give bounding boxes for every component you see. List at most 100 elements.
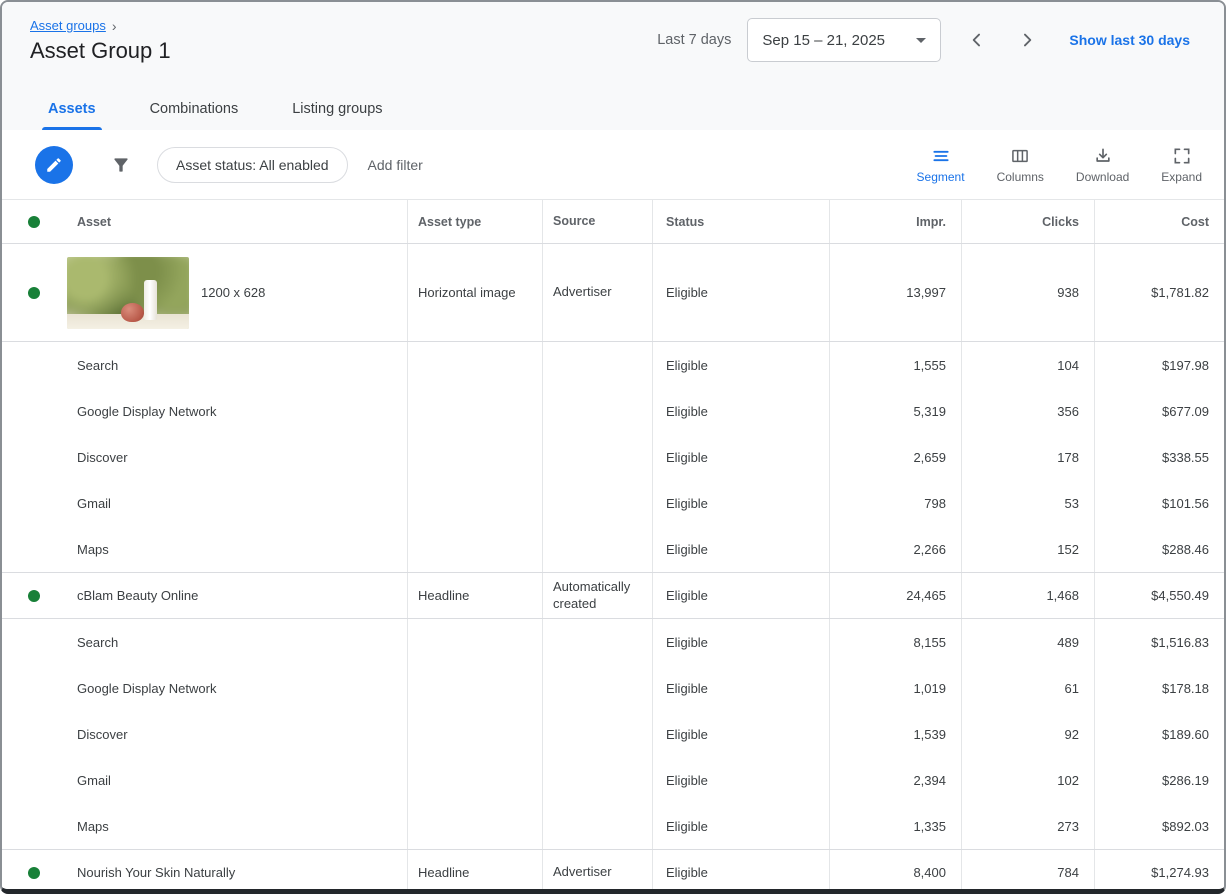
asset-label: Nourish Your Skin Naturally <box>77 865 235 880</box>
channel-row[interactable]: Google Display NetworkEligible5,319356$6… <box>2 388 1224 434</box>
clicks-cell: 102 <box>962 757 1095 803</box>
tab-assets[interactable]: Assets <box>44 91 100 130</box>
asset-cell: cBlam Beauty Online <box>2 573 408 618</box>
source-cell <box>543 803 653 849</box>
type-cell <box>408 434 543 480</box>
asset-label: Search <box>77 635 118 650</box>
source-cell <box>543 757 653 803</box>
source-column-header[interactable]: Source <box>543 200 653 243</box>
filter-funnel-icon <box>111 155 131 175</box>
previous-period-button[interactable] <box>963 26 991 54</box>
asset-label: Discover <box>77 727 128 742</box>
channel-row[interactable]: SearchEligible8,155489$1,516.83 <box>2 619 1224 665</box>
channel-row[interactable]: Google Display NetworkEligible1,01961$17… <box>2 665 1224 711</box>
asset-label: cBlam Beauty Online <box>77 588 198 603</box>
type-cell: Headline <box>408 850 543 894</box>
asset-column-header[interactable]: Asset <box>2 200 408 243</box>
asset-label: Maps <box>77 542 109 557</box>
clicks-cell: 53 <box>962 480 1095 526</box>
asset-row[interactable]: cBlam Beauty OnlineHeadlineAutomatically… <box>2 572 1224 619</box>
channel-row[interactable]: MapsEligible1,335273$892.03 <box>2 803 1224 849</box>
asset-cell: 1200 x 628 <box>2 244 408 341</box>
show-last-30-days-link[interactable]: Show last 30 days <box>1069 32 1190 48</box>
segment-button[interactable]: Segment <box>917 146 965 184</box>
asset-status-filter-chip[interactable]: Asset status: All enabled <box>157 147 348 183</box>
chevron-right-icon: › <box>112 19 117 33</box>
source-cell <box>543 526 653 572</box>
source-cell: Automatically created <box>543 573 653 618</box>
asset-thumbnail-image[interactable] <box>67 257 189 329</box>
impr-cell: 13,997 <box>830 244 962 341</box>
channel-row[interactable]: DiscoverEligible1,53992$189.60 <box>2 711 1224 757</box>
channel-row[interactable]: GmailEligible79853$101.56 <box>2 480 1224 526</box>
expand-icon <box>1172 146 1192 166</box>
edit-button[interactable] <box>35 146 73 184</box>
tab-listing-groups[interactable]: Listing groups <box>288 91 386 130</box>
asset-row[interactable]: Nourish Your Skin Naturally HeadlineAdver… <box>2 849 1224 894</box>
source-cell <box>543 711 653 757</box>
asset-label: Gmail <box>77 496 111 511</box>
table-toolbar: Asset status: All enabled Add filter Seg… <box>2 130 1224 200</box>
cost-cell: $1,516.83 <box>1095 619 1224 665</box>
clicks-cell: 489 <box>962 619 1095 665</box>
cost-column-header[interactable]: Cost <box>1095 200 1224 243</box>
type-cell <box>408 619 543 665</box>
assets-table: Asset Asset type Source Status Impr. Cli… <box>2 200 1224 894</box>
asset-label: Maps <box>77 819 109 834</box>
tab-bar: Assets Combinations Listing groups <box>44 91 387 130</box>
channel-row[interactable]: SearchEligible1,555104$197.98 <box>2 342 1224 388</box>
asset-type-column-header[interactable]: Asset type <box>408 200 543 243</box>
cost-cell: $189.60 <box>1095 711 1224 757</box>
status-column-header[interactable]: Status <box>653 200 830 243</box>
asset-row[interactable]: 1200 x 628 Horizontal imageAdvertiserElig… <box>2 244 1224 342</box>
asset-cell: Google Display Network <box>2 388 408 434</box>
channel-row[interactable]: MapsEligible2,266152$288.46 <box>2 526 1224 572</box>
asset-label: Google Display Network <box>77 404 216 419</box>
filter-button[interactable] <box>111 155 131 175</box>
breadcrumb-link-asset-groups[interactable]: Asset groups <box>30 18 106 33</box>
clicks-column-header[interactable]: Clicks <box>962 200 1095 243</box>
clicks-cell: 938 <box>962 244 1095 341</box>
segment-icon <box>931 146 951 166</box>
asset-label: 1200 x 628 <box>201 285 265 300</box>
status-cell: Eligible <box>653 480 830 526</box>
type-cell <box>408 342 543 388</box>
cost-cell: $178.18 <box>1095 665 1224 711</box>
impr-cell: 2,394 <box>830 757 962 803</box>
impr-cell: 2,659 <box>830 434 962 480</box>
next-period-button[interactable] <box>1013 26 1041 54</box>
chevron-left-icon <box>967 30 987 50</box>
type-cell: Horizontal image <box>408 244 543 341</box>
status-cell: Eligible <box>653 526 830 572</box>
clicks-cell: 1,468 <box>962 573 1095 618</box>
date-range-selector[interactable]: Sep 15 – 21, 2025 <box>747 18 941 62</box>
source-cell: Advertiser <box>543 244 653 341</box>
status-enabled-dot-icon[interactable] <box>28 216 40 228</box>
download-button[interactable]: Download <box>1076 146 1129 184</box>
type-cell <box>408 388 543 434</box>
source-cell: Advertiser <box>543 850 653 894</box>
source-cell <box>543 388 653 434</box>
cost-cell: $101.56 <box>1095 480 1224 526</box>
status-cell: Eligible <box>653 388 830 434</box>
source-cell <box>543 434 653 480</box>
impressions-column-header[interactable]: Impr. <box>830 200 962 243</box>
status-cell: Eligible <box>653 665 830 711</box>
source-cell <box>543 342 653 388</box>
clicks-cell: 178 <box>962 434 1095 480</box>
channel-row[interactable]: DiscoverEligible2,659178$338.55 <box>2 434 1224 480</box>
channel-row[interactable]: GmailEligible2,394102$286.19 <box>2 757 1224 803</box>
thumbnail-fruit-shape <box>121 303 144 322</box>
status-cell: Eligible <box>653 619 830 665</box>
columns-button[interactable]: Columns <box>997 146 1044 184</box>
expand-button[interactable]: Expand <box>1161 146 1202 184</box>
cost-cell: $4,550.49 <box>1095 573 1224 618</box>
status-cell: Eligible <box>653 244 830 341</box>
cost-cell: $197.98 <box>1095 342 1224 388</box>
add-filter-button[interactable]: Add filter <box>368 157 423 173</box>
clicks-cell: 356 <box>962 388 1095 434</box>
status-enabled-dot-icon <box>28 867 40 879</box>
tab-combinations[interactable]: Combinations <box>146 91 243 130</box>
status-cell: Eligible <box>653 803 830 849</box>
asset-cell: Nourish Your Skin Naturally <box>2 850 408 894</box>
